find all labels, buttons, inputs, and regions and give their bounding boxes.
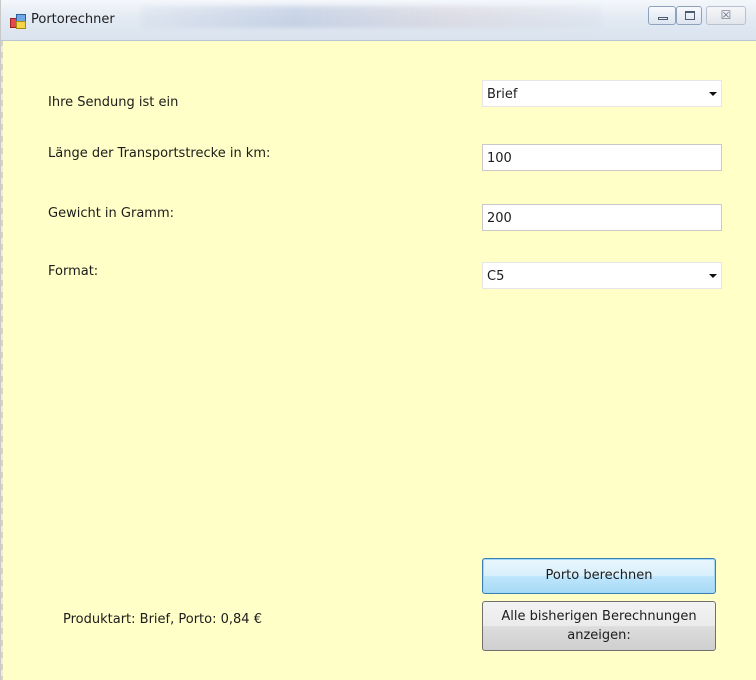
close-button[interactable]: ☒ <box>706 6 746 25</box>
title-bar[interactable]: Portorechner ☒ <box>1 0 756 41</box>
alle-berechnungen-button[interactable]: Alle bisherigen Berechnungen anzeigen: <box>482 601 716 651</box>
portorechner-window: Portorechner ☒ Ihre Sendung ist ein Brie… <box>0 0 756 680</box>
format-select[interactable]: C5 <box>482 262 722 289</box>
sendung-select[interactable]: Brief <box>482 80 722 107</box>
strecke-label: Länge der Transportstrecke in km: <box>48 146 271 161</box>
window-controls: ☒ <box>648 6 748 26</box>
minimize-button[interactable] <box>648 6 676 25</box>
porto-berechnen-button[interactable]: Porto berechnen <box>482 558 716 594</box>
title-bar-glass <box>141 6 601 28</box>
chevron-down-icon[interactable] <box>709 92 717 96</box>
strecke-input-value: 100 <box>487 151 512 166</box>
format-select-value: C5 <box>487 269 505 284</box>
alle-berechnungen-label-line2: anzeigen: <box>567 628 631 643</box>
window-title: Portorechner <box>31 12 115 27</box>
window-left-border <box>1 40 3 680</box>
maximize-icon <box>685 11 695 20</box>
strecke-input[interactable]: 100 <box>482 144 722 171</box>
sendung-label: Ihre Sendung ist ein <box>48 95 179 110</box>
chevron-down-icon[interactable] <box>709 274 717 278</box>
close-icon: ☒ <box>720 8 732 22</box>
gewicht-label: Gewicht in Gramm: <box>48 206 175 221</box>
minimize-icon <box>658 17 668 20</box>
app-icon[interactable] <box>10 13 26 29</box>
format-label: Format: <box>48 264 99 279</box>
gewicht-input-value: 200 <box>487 211 512 226</box>
sendung-select-value: Brief <box>487 87 518 102</box>
alle-berechnungen-label-line1: Alle bisherigen Berechnungen <box>501 609 697 624</box>
maximize-button[interactable] <box>676 6 702 25</box>
result-label: Produktart: Brief, Porto: 0,84 € <box>63 612 262 627</box>
gewicht-input[interactable]: 200 <box>482 204 722 231</box>
